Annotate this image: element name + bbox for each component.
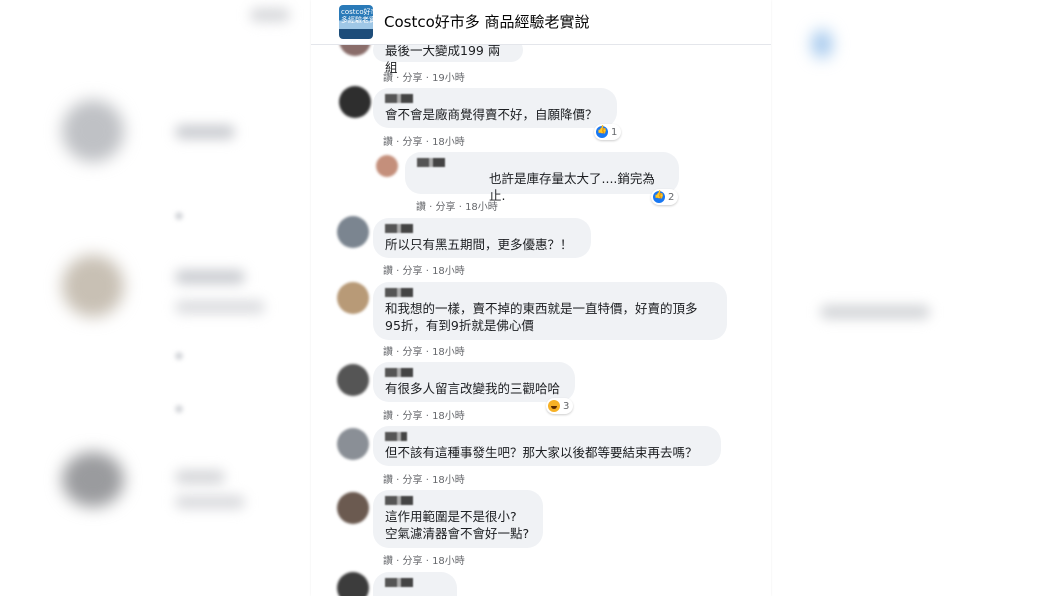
blurred-text	[175, 495, 245, 509]
reaction-number: 1	[611, 126, 618, 138]
commenter-avatar[interactable]	[337, 572, 369, 596]
group-title[interactable]: Costco好市多 商品經驗老實說	[384, 11, 590, 32]
comment-meta[interactable]: 讚 · 分享 · 18小時	[383, 407, 465, 422]
comment-bubble: 但不該有這種事發生吧？那大家以後都等要結束再去嗎？	[373, 426, 721, 466]
commenter-name[interactable]	[385, 368, 435, 377]
commenter-avatar[interactable]	[337, 428, 369, 460]
comment-text: 這作用範圍是不是很小? 空氣濾清器會不會好一點?	[385, 509, 530, 541]
comment-panel: costco好市 多經驗老實 Costco好市多 商品經驗老實說 最後一大變成1…	[311, 0, 771, 596]
blurred-avatar	[62, 100, 124, 162]
comment-bubble: 這作用範圍是不是很小? 空氣濾清器會不會好一點?	[373, 490, 543, 548]
reaction-count[interactable]: 1	[594, 124, 622, 140]
blurred-text	[175, 270, 245, 284]
blurred-text	[175, 300, 265, 314]
blurred-icon	[812, 30, 832, 58]
commenter-name[interactable]	[385, 578, 419, 587]
commenter-name[interactable]	[385, 496, 419, 505]
reaction-count[interactable]: 3	[546, 398, 574, 414]
blurred-dot	[175, 212, 183, 220]
replier-name[interactable]	[417, 158, 467, 167]
comment-text: 所以只有黑五期間，更多優惠？！	[385, 237, 573, 252]
blurred-text	[250, 8, 290, 22]
commenter-avatar[interactable]	[337, 364, 369, 396]
group-avatar-text: costco好市 多經驗老實	[341, 8, 373, 24]
blurred-text	[175, 470, 225, 484]
blurred-dot	[175, 352, 183, 360]
haha-icon	[548, 400, 560, 412]
like-icon	[596, 125, 608, 138]
reply-bubble: 也許是庫存量太大了....銷完為止.	[405, 152, 679, 203]
comment-bubble: 所以只有黑五期間，更多優惠？！	[373, 218, 591, 258]
commenter-name[interactable]	[385, 432, 407, 441]
comment-meta[interactable]: 讚 · 分享 · 18小時	[383, 552, 465, 567]
reaction-count[interactable]: 2	[651, 189, 679, 205]
blurred-text	[820, 305, 930, 319]
reply-meta[interactable]: 讚 · 分享 · 18小時	[416, 198, 498, 213]
commenter-avatar[interactable]	[337, 216, 369, 248]
comment-text: 和我想的一樣，賣不掉的東西就是一直特價，好賣的頂多 95折，有到9折就是佛心價	[385, 301, 698, 333]
commenter-avatar[interactable]	[337, 282, 369, 314]
blurred-avatar	[62, 452, 124, 507]
commenter-avatar[interactable]	[337, 492, 369, 524]
comment-meta[interactable]: 讚 · 分享 · 18小時	[383, 262, 465, 277]
replier-avatar[interactable]	[376, 155, 398, 177]
blurred-dot	[175, 405, 183, 413]
commenter-name[interactable]	[385, 224, 423, 233]
comment-text: 有很多人留言改變我的三觀哈哈	[385, 381, 561, 396]
like-icon	[653, 190, 665, 203]
comment-text: 會不會是廠商覺得賣不好，自願降價？	[385, 107, 598, 122]
comment-meta[interactable]: 讚 · 分享 · 19小時	[383, 69, 465, 84]
blurred-avatar	[62, 255, 124, 317]
comment-bubble: 會不會是廠商覺得賣不好，自願降價？	[373, 88, 617, 128]
comment-bubble	[373, 572, 457, 596]
reaction-number: 3	[563, 400, 570, 412]
comment-bubble: 有很多人留言改變我的三觀哈哈	[373, 362, 575, 402]
comment-bubble: 和我想的一樣，賣不掉的東西就是一直特價，好賣的頂多 95折，有到9折就是佛心價	[373, 282, 727, 340]
commenter-name[interactable]	[385, 288, 413, 297]
comment-meta[interactable]: 讚 · 分享 · 18小時	[383, 133, 465, 148]
reaction-number: 2	[668, 191, 675, 203]
group-avatar[interactable]: costco好市 多經驗老實	[339, 5, 373, 39]
comment-meta[interactable]: 讚 · 分享 · 18小時	[383, 471, 465, 486]
group-header: costco好市 多經驗老實 Costco好市多 商品經驗老實說	[311, 0, 771, 45]
comment-text: 但不該有這種事發生吧？那大家以後都等要結束再去嗎？	[385, 445, 698, 460]
commenter-avatar[interactable]	[339, 86, 371, 118]
commenter-name[interactable]	[385, 94, 425, 103]
comment-meta[interactable]: 讚 · 分享 · 18小時	[383, 343, 465, 358]
blurred-text	[175, 125, 235, 139]
